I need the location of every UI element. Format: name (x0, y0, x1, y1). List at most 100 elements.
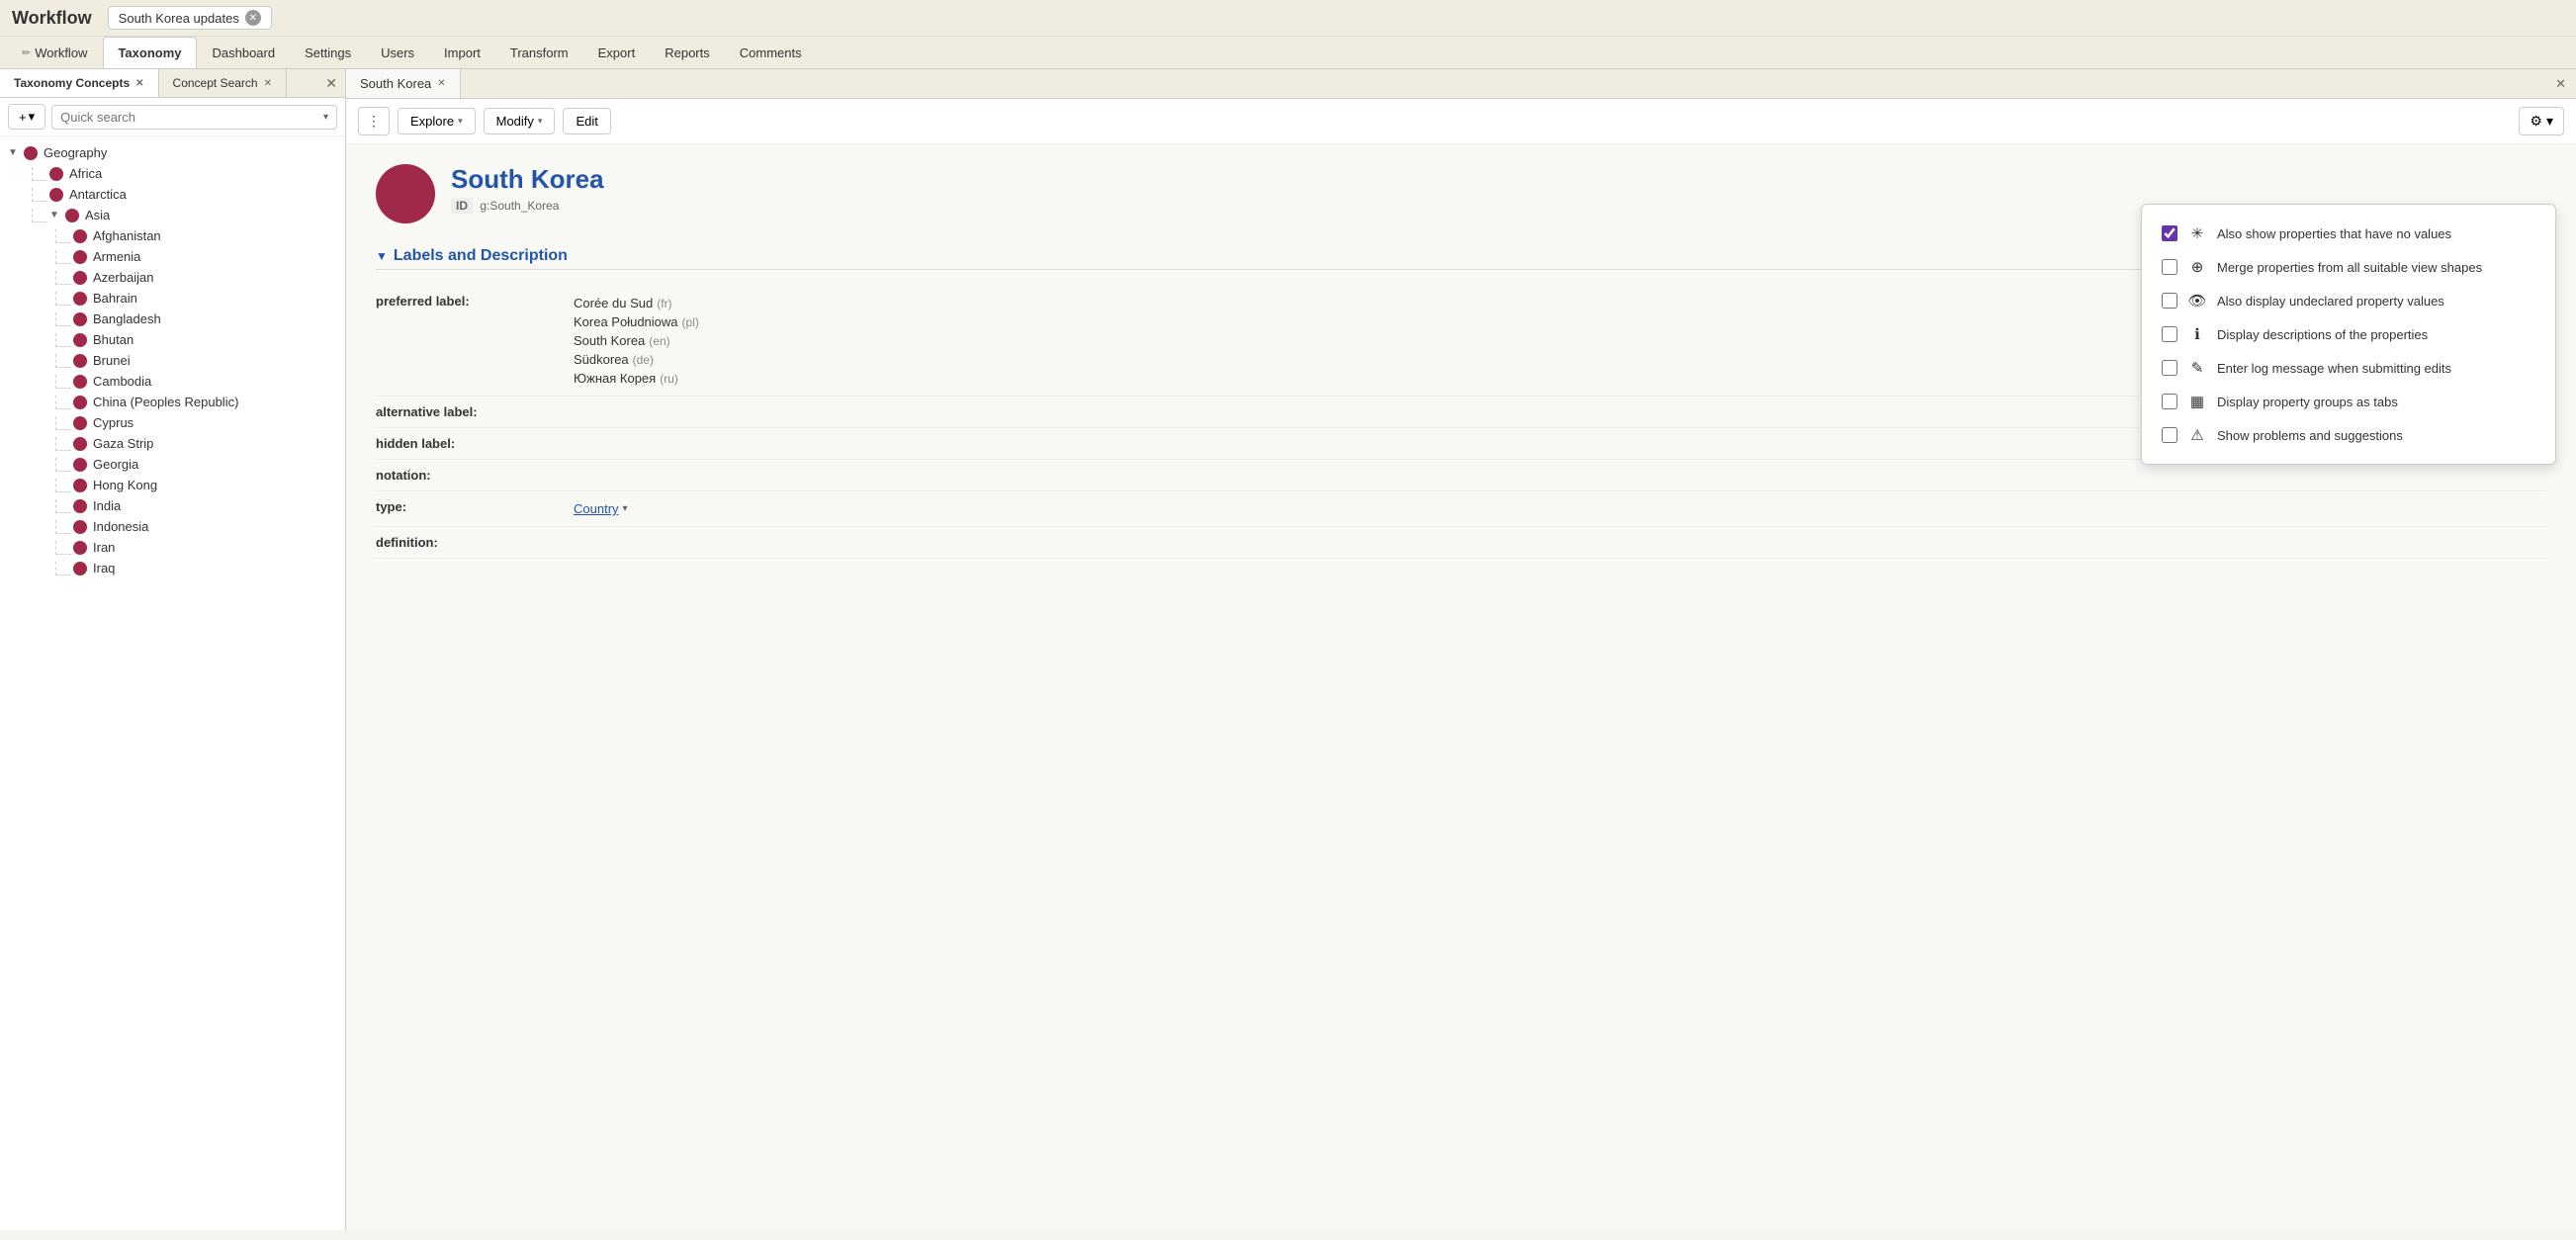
option-show-no-values-label: Also show properties that have no values (2217, 226, 2451, 241)
option-problems[interactable]: ⚠ Show problems and suggestions (2158, 418, 2539, 452)
tree-item-bahrain[interactable]: Bahrain (47, 288, 345, 309)
tree-children-asia: Afghanistan Armenia Azerbaijan Bahrain B… (24, 225, 345, 578)
window-tab-label: South Korea updates (119, 11, 239, 26)
tree-item-india[interactable]: India (47, 495, 345, 516)
tree-item-africa[interactable]: Africa (24, 163, 345, 184)
nav-item-workflow[interactable]: ✏ Workflow (8, 38, 101, 68)
prop-label-type: type: (376, 499, 574, 514)
tab-concept-search[interactable]: Concept Search ✕ (159, 69, 287, 97)
asterisk-icon: ✳ (2187, 224, 2207, 242)
more-options-button[interactable]: ⋮ (358, 107, 390, 135)
option-undeclared-values-label: Also display undeclared property values (2217, 294, 2444, 309)
window-tab[interactable]: South Korea updates ✕ (108, 6, 272, 30)
right-panel: South Korea ✕ ✕ ⋮ Explore ▾ Modify ▾ Edi… (346, 69, 2576, 1230)
tabs-icon: ▦ (2187, 393, 2207, 410)
tree-item-afghanistan[interactable]: Afghanistan (47, 225, 345, 246)
left-panel: Taxonomy Concepts ✕ Concept Search ✕ ✕ +… (0, 69, 346, 1230)
option-show-no-values[interactable]: ✳ Also show properties that have no valu… (2158, 217, 2539, 250)
option-descriptions[interactable]: ℹ Display descriptions of the properties (2158, 317, 2539, 351)
tab-taxonomy-concepts[interactable]: Taxonomy Concepts ✕ (0, 69, 159, 97)
checkbox-descriptions[interactable] (2162, 326, 2177, 342)
tree-item-cambodia[interactable]: Cambodia (47, 371, 345, 392)
tree-item-indonesia[interactable]: Indonesia (47, 516, 345, 537)
search-input[interactable] (60, 110, 323, 125)
explore-dropdown-arrow: ▾ (458, 116, 463, 127)
option-log-message[interactable]: ✎ Enter log message when submitting edit… (2158, 351, 2539, 385)
concept-id: ID g:South_Korea (451, 199, 604, 213)
nav-bar: ✏ Workflow Taxonomy Dashboard Settings U… (0, 37, 2576, 69)
option-merge-properties-label: Merge properties from all suitable view … (2217, 260, 2482, 275)
explore-button[interactable]: Explore ▾ (398, 108, 476, 134)
tree-item-gazastrip[interactable]: Gaza Strip (47, 433, 345, 454)
type-link-country[interactable]: Country (574, 501, 619, 516)
add-dropdown-arrow: ▾ (29, 109, 36, 125)
prop-type: type: Country ▾ (376, 491, 2546, 527)
window-tab-close[interactable]: ✕ (245, 10, 261, 26)
edit-button[interactable]: Edit (563, 108, 610, 134)
main-layout: Taxonomy Concepts ✕ Concept Search ✕ ✕ +… (0, 69, 2576, 1230)
tree-toggle-asia[interactable]: ▼ (49, 210, 65, 221)
tab-taxonomy-concepts-close[interactable]: ✕ (135, 78, 143, 89)
checkbox-merge-properties[interactable] (2162, 259, 2177, 275)
nav-item-transform[interactable]: Transform (496, 38, 582, 68)
tree-item-bhutan[interactable]: Bhutan (47, 329, 345, 350)
tree-item-iraq[interactable]: Iraq (47, 558, 345, 578)
tab-concept-search-close[interactable]: ✕ (264, 78, 272, 89)
tree-toggle-geography[interactable]: ▼ (8, 147, 24, 158)
title-bar: Workflow South Korea updates ✕ (0, 0, 2576, 37)
gear-button[interactable]: ⚙ ▾ (2519, 107, 2564, 135)
panel-tabs: Taxonomy Concepts ✕ Concept Search ✕ ✕ (0, 69, 345, 98)
tree-item-bangladesh[interactable]: Bangladesh (47, 309, 345, 329)
right-tabs-close-all[interactable]: ✕ (2545, 72, 2576, 96)
checkbox-property-groups[interactable] (2162, 394, 2177, 409)
tree-item-antarctica[interactable]: Antarctica (24, 184, 345, 205)
gear-icon: ⚙ (2530, 113, 2542, 130)
add-button[interactable]: + ▾ (8, 104, 45, 130)
checkbox-problems[interactable] (2162, 427, 2177, 443)
option-undeclared-values[interactable]: 👁 Also display undeclared property value… (2158, 284, 2539, 317)
concept-avatar (376, 164, 435, 223)
search-box[interactable]: ▾ (51, 105, 337, 130)
nav-item-settings[interactable]: Settings (291, 38, 365, 68)
panel-tabs-close-all[interactable]: ✕ (317, 71, 345, 96)
nav-item-reports[interactable]: Reports (651, 38, 724, 68)
tree-item-azerbaijan[interactable]: Azerbaijan (47, 267, 345, 288)
nav-item-import[interactable]: Import (430, 38, 494, 68)
app-title: Workflow (12, 8, 92, 29)
tree-item-armenia[interactable]: Armenia (47, 246, 345, 267)
tree-item-brunei[interactable]: Brunei (47, 350, 345, 371)
right-toolbar: ⋮ Explore ▾ Modify ▾ Edit ⚙ ▾ (346, 99, 2576, 144)
prop-value-type: Country ▾ (574, 499, 2546, 518)
prop-label-notation: notation: (376, 468, 574, 483)
nav-item-export[interactable]: Export (584, 38, 650, 68)
option-property-groups[interactable]: ▦ Display property groups as tabs (2158, 385, 2539, 418)
nav-item-dashboard[interactable]: Dashboard (199, 38, 290, 68)
prop-label-alternative: alternative label: (376, 404, 574, 419)
tree-item-georgia[interactable]: Georgia (47, 454, 345, 475)
right-tab-close[interactable]: ✕ (437, 78, 445, 89)
checkbox-log-message[interactable] (2162, 360, 2177, 376)
labels-section-toggle[interactable]: ▼ (376, 249, 388, 263)
tree-item-geography[interactable]: ▼ Geography (0, 142, 345, 163)
tree-item-asia[interactable]: ▼ Asia (24, 205, 345, 225)
nav-item-taxonomy[interactable]: Taxonomy (103, 37, 196, 68)
search-dropdown-arrow[interactable]: ▾ (323, 112, 328, 123)
prop-values-type: Country ▾ (574, 499, 2546, 518)
tree-dot-africa (49, 167, 63, 181)
option-merge-properties[interactable]: ⊕ Merge properties from all suitable vie… (2158, 250, 2539, 284)
tree-item-cyprus[interactable]: Cyprus (47, 412, 345, 433)
modify-dropdown-arrow: ▾ (538, 116, 543, 127)
modify-button[interactable]: Modify ▾ (484, 108, 556, 134)
checkbox-undeclared-values[interactable] (2162, 293, 2177, 309)
labels-section-title: Labels and Description (394, 247, 568, 265)
right-tab-south-korea[interactable]: South Korea ✕ (346, 69, 461, 98)
tree-item-china[interactable]: China (Peoples Republic) (47, 392, 345, 412)
merge-icon: ⊕ (2187, 258, 2207, 276)
checkbox-show-no-values[interactable] (2162, 225, 2177, 241)
tree-item-hongkong[interactable]: Hong Kong (47, 475, 345, 495)
nav-item-users[interactable]: Users (367, 38, 428, 68)
type-dropdown-arrow[interactable]: ▾ (623, 503, 628, 514)
option-problems-label: Show problems and suggestions (2217, 428, 2403, 443)
nav-item-comments[interactable]: Comments (726, 38, 816, 68)
tree-item-iran[interactable]: Iran (47, 537, 345, 558)
